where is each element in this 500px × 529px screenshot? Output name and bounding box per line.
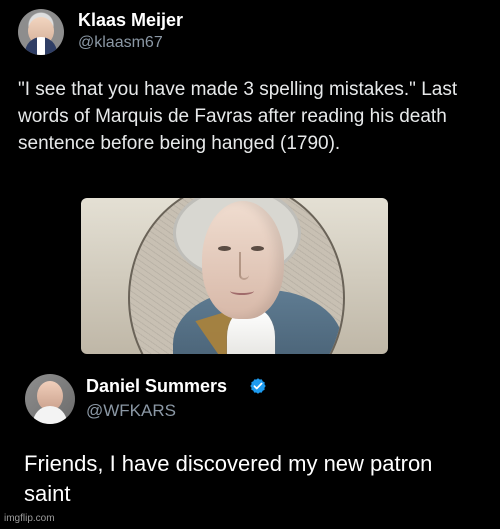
face — [202, 201, 284, 319]
avatar-daniel-summers[interactable] — [25, 374, 75, 424]
nose — [239, 252, 249, 280]
left-eye — [218, 246, 231, 251]
author-name-1[interactable]: Klaas Meijer — [78, 10, 183, 31]
watermark: imgflip.com — [4, 513, 55, 524]
right-eye — [251, 246, 264, 251]
author-handle-1[interactable]: @klaasm67 — [78, 34, 163, 52]
portrait-oval — [128, 198, 345, 354]
author-name-2[interactable]: Daniel Summers — [86, 376, 227, 397]
tweet-text-1: "I see that you have made 3 spelling mis… — [18, 79, 458, 154]
tweet-card-2: Daniel Summers @WFKARS Friends, I have d… — [0, 360, 500, 529]
mouth — [230, 287, 254, 295]
portrait-image[interactable] — [81, 198, 388, 354]
tweet-text-2: Friends, I have discovered my new patron… — [24, 451, 433, 506]
author-handle-2[interactable]: @WFKARS — [86, 401, 176, 421]
avatar-klaas-meijer[interactable] — [18, 9, 64, 55]
tweet-card-1: Klaas Meijer @klaasm67 "I see that you h… — [0, 0, 500, 360]
verified-badge-icon — [250, 378, 266, 394]
